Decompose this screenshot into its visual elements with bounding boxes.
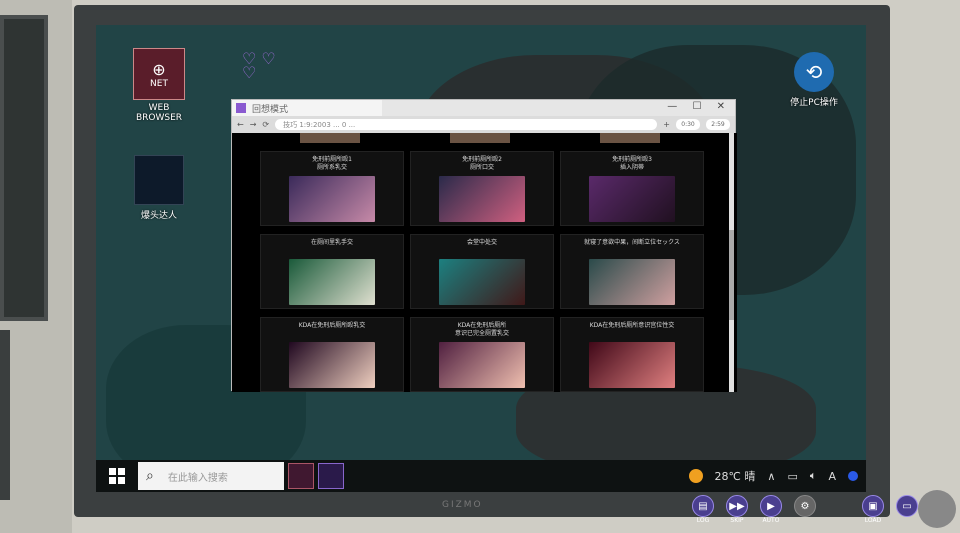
scene-thumbnail	[439, 176, 525, 222]
url-field[interactable]: 技巧 1:9:2003 ... 0 ...	[275, 119, 658, 130]
play-icon: ▶	[760, 495, 782, 517]
stop-pc-desktop-icon[interactable]: ⟲ 停止PC操作	[782, 52, 846, 108]
taskbar-app-game[interactable]	[288, 463, 314, 489]
browser-tab[interactable]: 回想模式	[232, 100, 382, 116]
side-monitor-stand	[0, 330, 10, 500]
search-icon: ⌕	[146, 468, 154, 484]
refresh-icon[interactable]: ⟳	[262, 120, 269, 129]
hide-ui-button[interactable]	[918, 490, 956, 528]
scene-thumbnail	[289, 259, 375, 305]
hearts-doodle-icon: ♡ ♡ ♡	[242, 49, 276, 82]
scene-item[interactable]: 在厕间里乳手交	[260, 234, 404, 309]
taskbar-search[interactable]: ⌕ 在此输入搜索	[138, 462, 284, 490]
mini-pill[interactable]: 2:59	[706, 119, 730, 130]
scene-thumbnail	[439, 342, 525, 388]
fast-forward-icon: ▶▶	[726, 495, 748, 517]
desktop-icon-label: WEB BROWSER	[135, 103, 183, 123]
scene-thumbnail	[289, 176, 375, 222]
skip-label: SKIP	[730, 517, 744, 524]
chevron-up-icon[interactable]: ∧	[767, 470, 775, 483]
recollection-content: 免刑前厕所殴1 厕所系乳交 免刑前厕所殴2 厕所口交 免刑前厕所殴3 插入阴蒂在厕间…	[232, 133, 737, 392]
scene-title: 在厕间里乳手交	[310, 239, 353, 246]
desktop-icon-label: 爆头达人	[140, 211, 177, 221]
desktop-icon-label: 停止PC操作	[790, 98, 838, 108]
thumb-remnant	[600, 133, 660, 143]
browser-window: 回想模式 — ☐ ✕ ← → ⟳ 技巧 1:9:2003 ... 0 ... +…	[231, 99, 737, 392]
font-icon[interactable]: A	[828, 470, 836, 483]
scene-thumbnail	[439, 259, 525, 305]
address-bar: ← → ⟳ 技巧 1:9:2003 ... 0 ... + 0:30 2:59	[232, 116, 735, 133]
title-bar: 回想模式 — ☐ ✕	[232, 100, 735, 116]
scrollbar-thumb[interactable]	[729, 230, 734, 320]
scene-item[interactable]: KDA在免刑后厕所殴乳交	[260, 317, 404, 392]
web-browser-desktop-icon[interactable]: ⊕ NET WEB BROWSER	[131, 48, 187, 123]
scene-title: 免刑前厕所殴1 厕所系乳交	[312, 156, 352, 171]
log-label: LOG	[696, 517, 710, 524]
tab-title: 回想模式	[252, 104, 289, 115]
save-disk-icon: ▣	[862, 495, 884, 517]
thumb-remnant	[300, 133, 360, 143]
power-icon: ⟲	[794, 52, 834, 92]
scene-thumbnail	[589, 176, 675, 222]
scene-title: 免刑前厕所殴3 插入阴蒂	[612, 156, 652, 171]
speaker-icon[interactable]: 🔈︎	[810, 469, 817, 483]
globe-icon: ⊕ NET	[133, 48, 185, 100]
scene-item[interactable]: 就寝了意欲中果，间断立位セックス	[560, 234, 704, 309]
back-icon[interactable]: ←	[237, 120, 244, 129]
start-button[interactable]	[96, 460, 138, 492]
taskbar-app-browser[interactable]	[318, 463, 344, 489]
mini-pill[interactable]: 0:30	[676, 119, 700, 130]
scene-title: 免刑前厕所殴2 厕所口交	[462, 156, 502, 171]
forward-icon[interactable]: →	[250, 120, 257, 129]
status-dot-icon	[848, 471, 858, 481]
windows-logo-icon	[109, 468, 125, 484]
scene-title: KDA在免刑后厕所意识宫位性交	[589, 322, 675, 329]
scene-title: KDA在免刑后厕所 意识已完全厕置乳交	[454, 322, 509, 337]
skip-button[interactable]: ▶▶ SKIP	[724, 495, 750, 525]
window-controls[interactable]: — ☐ ✕	[667, 101, 731, 112]
scene-title: 就寝了意欲中果，间断立位セックス	[584, 239, 680, 246]
game-desktop-icon[interactable]: 爆头达人	[131, 155, 187, 221]
scene-grid: 免刑前厕所殴1 厕所系乳交 免刑前厕所殴2 厕所口交 免刑前厕所殴3 插入阴蒂在厕间…	[260, 151, 704, 392]
display-icon[interactable]: ▭	[787, 470, 797, 483]
scene-item[interactable]: KDA在免刑后厕所意识宫位性交	[560, 317, 704, 392]
system-tray: 28℃ 晴 ∧ ▭ 🔈︎ A	[688, 460, 858, 492]
auto-label: AUTO	[762, 517, 780, 524]
scene-title: 会堂中处交	[466, 239, 497, 246]
room-background: GIZMO ⊕ NET WEB BROWSER 爆头达人 ⟲ 停止PC操作 ♡ …	[0, 0, 960, 533]
taskbar: ⌕ 在此输入搜索 28℃ 晴 ∧ ▭ 🔈︎ A	[96, 460, 866, 492]
side-monitor	[0, 15, 48, 321]
tab-app-icon	[236, 103, 246, 113]
scene-thumbnail	[589, 259, 675, 305]
weather-sun-icon	[688, 469, 703, 483]
scene-item[interactable]: 会堂中处交	[410, 234, 554, 309]
scene-item[interactable]: 免刑前厕所殴1 厕所系乳交	[260, 151, 404, 226]
book-icon: ▤	[692, 495, 714, 517]
log-button[interactable]: ▤ LOG	[690, 495, 716, 525]
game-thumbnail-icon	[134, 155, 184, 205]
add-tab-icon[interactable]: +	[663, 120, 670, 129]
auto-button[interactable]: ▶ AUTO	[758, 495, 784, 525]
window-icon: ▭	[896, 495, 918, 517]
scrolled-row-remnant	[232, 133, 737, 145]
scene-title: KDA在免刑后厕所殴乳交	[298, 322, 366, 329]
thumb-remnant	[450, 133, 510, 143]
weather-text: 28℃ 晴	[714, 470, 756, 483]
monitor-brand: GIZMO	[442, 500, 483, 510]
scene-item[interactable]: 免刑前厕所殴3 插入阴蒂	[560, 151, 704, 226]
settings-button[interactable]: ⚙	[792, 495, 818, 525]
scene-item[interactable]: KDA在免刑后厕所 意识已完全厕置乳交	[410, 317, 554, 392]
menu-button[interactable]: ▭	[894, 495, 920, 525]
scene-thumbnail	[289, 342, 375, 388]
gear-icon: ⚙	[794, 495, 816, 517]
scene-thumbnail	[589, 342, 675, 388]
net-icon-text: NET	[150, 78, 168, 89]
search-placeholder: 在此输入搜索	[167, 472, 228, 484]
load-button[interactable]: ▣ LOAD	[860, 495, 886, 525]
scene-item[interactable]: 免刑前厕所殴2 厕所口交	[410, 151, 554, 226]
load-label: LOAD	[864, 517, 882, 524]
game-controls: ▤ LOG ▶▶ SKIP ▶ AUTO ⚙ ▣ LOAD ▭	[690, 495, 920, 525]
